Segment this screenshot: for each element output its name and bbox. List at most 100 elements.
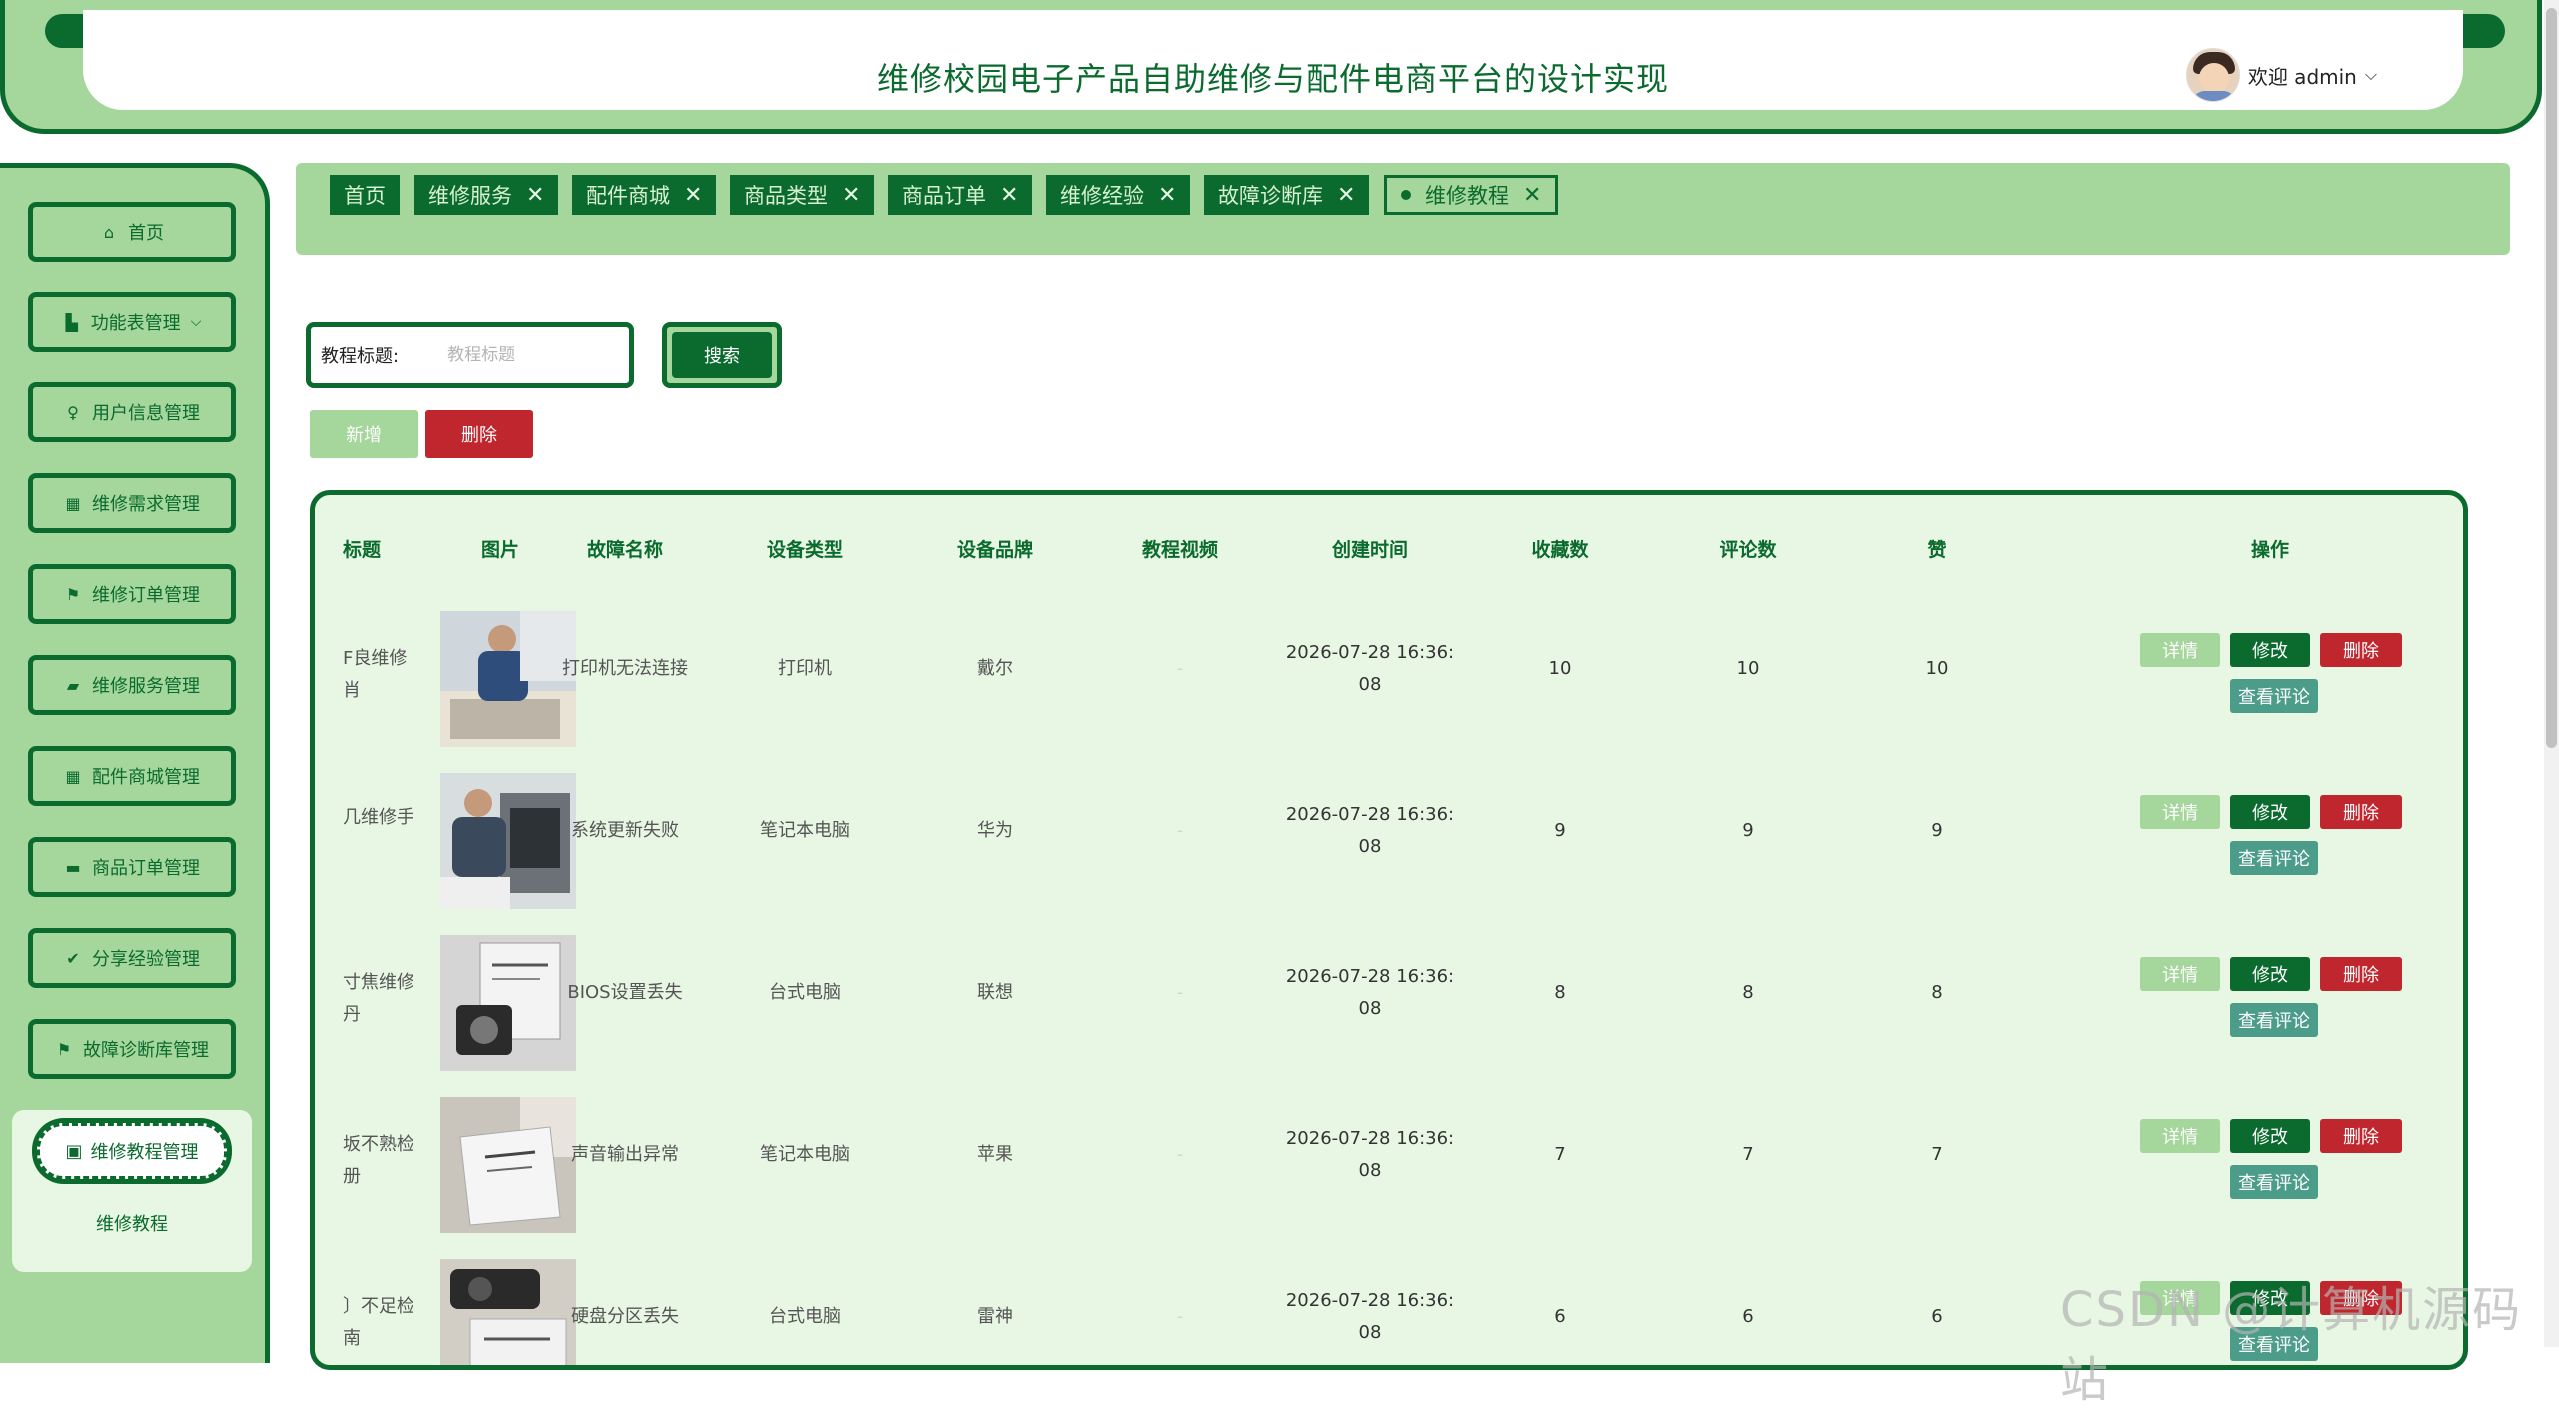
title-cell: F良维修肖 — [343, 648, 408, 701]
edit-button[interactable]: 修改 — [2230, 1119, 2310, 1153]
close-icon[interactable]: ✕ — [1000, 183, 1018, 208]
view-comments-button[interactable]: 查看评论 — [2230, 1003, 2318, 1037]
watermark: CSDN @计算机源码站 — [2060, 1282, 2523, 1408]
sidebar-item-label: 维修需求管理 — [92, 494, 200, 515]
flag-icon: ⚑ — [65, 584, 81, 604]
grid-icon: ▦ — [65, 493, 81, 513]
tag-fault-library[interactable]: 故障诊断库 ✕ — [1204, 175, 1370, 215]
sidebar-item-label: 首页 — [128, 223, 164, 244]
batch-delete-button[interactable]: 删除 — [425, 410, 533, 458]
tag-home[interactable]: 首页 — [330, 175, 400, 215]
table-row: F良维修肖 打印机无法连接 打印机 戴尔 - 2026-07-28 16:36:… — [315, 605, 2463, 767]
close-icon[interactable]: ✕ — [842, 183, 860, 208]
sidebar-item-repair-demand[interactable]: ▦ 维修需求管理 — [28, 473, 236, 533]
table-row: 几维修手 系统更新失败 笔记本电脑 华为 - 2026-07-28 16:36:… — [315, 767, 2463, 929]
avatar — [2185, 48, 2240, 102]
edit-button[interactable]: 修改 — [2230, 633, 2310, 667]
title-cell: 寸焦维修丹 — [343, 972, 413, 1025]
tag-label: 首页 — [344, 184, 386, 208]
add-button[interactable]: 新增 — [310, 410, 418, 458]
close-icon[interactable]: ✕ — [1523, 183, 1541, 208]
search-button-label: 搜索 — [672, 332, 772, 378]
tag-repair-service[interactable]: 维修服务 ✕ — [414, 175, 559, 215]
table-row: 寸焦维修丹 BIOS设置丢失 台式电脑 联想 - 2026-07-28 16:3… — [315, 929, 2463, 1091]
delete-button[interactable]: 删除 — [2320, 957, 2402, 991]
sidebar-item-repair-orders[interactable]: ⚑ 维修订单管理 — [28, 564, 236, 624]
sidebar-item-parts-mall[interactable]: ▦ 配件商城管理 — [28, 746, 236, 806]
view-comments-button[interactable]: 查看评论 — [2230, 841, 2318, 875]
sidebar: ⌂ 首页 ▙ 功能表管理 ⌵ ♀ 用户信息管理 ▦ 维修需求管理 ⚑ 维修订单管… — [0, 163, 270, 1363]
document-icon: ▣ — [65, 1140, 83, 1162]
header: 维修校园电子产品自助维修与配件电商平台的设计实现 欢迎 admin ⌵ — [0, 0, 2542, 134]
tag-product-orders[interactable]: 商品订单 ✕ — [888, 175, 1033, 215]
tag-label: 维修经验 — [1060, 184, 1144, 208]
submenu-item-tutorials[interactable]: 维修教程 — [12, 1210, 252, 1236]
search-button[interactable]: 搜索 — [662, 322, 782, 388]
tag-label: 故障诊断库 — [1218, 184, 1323, 208]
active-dot-icon — [1401, 190, 1411, 200]
search-field: 教程标题: — [306, 322, 634, 388]
sidebar-item-label: 分享经验管理 — [92, 949, 200, 970]
sidebar-active-group: ▣ 维修教程管理 维修教程 — [12, 1110, 252, 1272]
detail-button[interactable]: 详情 — [2140, 795, 2220, 829]
tag-label: 维修服务 — [428, 184, 512, 208]
title-cell: 几维修手 — [343, 807, 413, 828]
sidebar-item-user-info[interactable]: ♀ 用户信息管理 — [28, 382, 236, 442]
sidebar-item-share-experience[interactable]: ✔ 分享经验管理 — [28, 928, 236, 988]
building-icon: ▙ — [65, 312, 78, 332]
tag-label: 商品类型 — [744, 184, 828, 208]
sidebar-item-fault-library[interactable]: ⚑ 故障诊断库管理 — [28, 1019, 236, 1079]
likes-cell: 7 — [1931, 1144, 1943, 1165]
likes-cell: 10 — [1925, 658, 1949, 679]
check-circle-icon: ✔ — [66, 948, 80, 968]
folder-icon: ▰ — [66, 675, 80, 695]
sidebar-item-tutorials[interactable]: ▣ 维修教程管理 — [32, 1118, 232, 1184]
view-comments-button[interactable]: 查看评论 — [2230, 679, 2318, 713]
user-menu[interactable]: 欢迎 admin ⌵ — [2185, 48, 2377, 102]
flag-icon: ⚑ — [56, 1039, 72, 1059]
sidebar-item-home[interactable]: ⌂ 首页 — [28, 202, 236, 262]
header-card: 维修校园电子产品自助维修与配件电商平台的设计实现 欢迎 admin ⌵ — [83, 10, 2463, 110]
sidebar-item-repair-service[interactable]: ▰ 维修服务管理 — [28, 655, 236, 715]
sidebar-item-label: 商品订单管理 — [92, 858, 200, 879]
scrollbar-thumb[interactable] — [2546, 8, 2557, 748]
sidebar-item-label: 配件商城管理 — [92, 767, 200, 788]
delete-button[interactable]: 删除 — [2320, 633, 2402, 667]
welcome-text: 欢迎 admin — [2247, 64, 2357, 89]
tag-parts-mall[interactable]: 配件商城 ✕ — [572, 175, 717, 215]
column-header: 标题 — [343, 539, 382, 561]
tag-product-types[interactable]: 商品类型 ✕ — [730, 175, 875, 215]
tag-label: 商品订单 — [902, 184, 986, 208]
close-icon[interactable]: ✕ — [684, 183, 702, 208]
search-input[interactable] — [407, 345, 588, 365]
sidebar-item-product-orders[interactable]: ▬ 商品订单管理 — [28, 837, 236, 897]
close-icon[interactable]: ✕ — [1337, 183, 1355, 208]
delete-button[interactable]: 删除 — [2320, 795, 2402, 829]
delete-button[interactable]: 删除 — [2320, 1119, 2402, 1153]
title-cell: 〕不足检南 — [343, 1296, 413, 1349]
tutorial-table: 标题 图片 故障名称 设备类型 设备品牌 教程视频 创建时间 收藏数 评论数 赞… — [310, 490, 2468, 1370]
chevron-down-icon: ⌵ — [190, 314, 202, 330]
tag-tutorials[interactable]: 维修教程 ✕ — [1384, 175, 1559, 215]
site-title: 维修校园电子产品自助维修与配件电商平台的设计实现 — [876, 60, 1669, 98]
sidebar-item-label: 功能表管理 — [90, 313, 181, 334]
sidebar-item-label: 用户信息管理 — [92, 403, 200, 424]
table-header: 标题 图片 故障名称 设备类型 设备品牌 教程视频 创建时间 收藏数 评论数 赞… — [315, 535, 2463, 575]
detail-button[interactable]: 详情 — [2140, 1119, 2220, 1153]
table-row: 坂不熟检册 声音输出异常 笔记本电脑 苹果 - 2026-07-28 16:36… — [315, 1091, 2463, 1253]
edit-button[interactable]: 修改 — [2230, 795, 2310, 829]
sidebar-item-label: 维修服务管理 — [92, 676, 200, 697]
tag-repair-experience[interactable]: 维修经验 ✕ — [1046, 175, 1191, 215]
edit-button[interactable]: 修改 — [2230, 957, 2310, 991]
close-icon[interactable]: ✕ — [1158, 183, 1176, 208]
sidebar-item-function-table[interactable]: ▙ 功能表管理 ⌵ — [28, 292, 236, 352]
detail-button[interactable]: 详情 — [2140, 633, 2220, 667]
detail-button[interactable]: 详情 — [2140, 957, 2220, 991]
close-icon[interactable]: ✕ — [526, 183, 544, 208]
likes-cell: 9 — [1931, 820, 1943, 841]
grid-icon: ▦ — [65, 766, 81, 786]
view-comments-button[interactable]: 查看评论 — [2230, 1165, 2318, 1199]
home-icon: ⌂ — [103, 222, 115, 242]
tag-label: 维修教程 — [1425, 184, 1509, 208]
title-cell: 坂不熟检册 — [343, 1134, 413, 1187]
